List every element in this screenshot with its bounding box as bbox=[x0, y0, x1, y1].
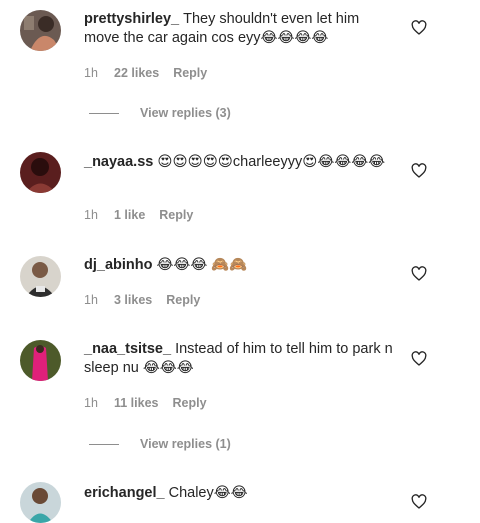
comment-text-block: _naa_tsitse_ Instead of him to tell him t… bbox=[84, 340, 394, 378]
heart-icon[interactable] bbox=[411, 266, 427, 282]
comment-time: 1h bbox=[84, 66, 98, 80]
reply-button[interactable]: Reply bbox=[166, 293, 200, 307]
comment-meta: 1h 1 like Reply bbox=[84, 208, 193, 222]
replies-divider bbox=[89, 443, 119, 445]
reply-button[interactable]: Reply bbox=[173, 66, 207, 80]
comment-likes[interactable]: 3 likes bbox=[114, 293, 152, 307]
comment-text: 😂😂😂 🙈🙈 bbox=[156, 257, 248, 273]
avatar[interactable] bbox=[20, 10, 61, 51]
comment-meta: 1h 3 likes Reply bbox=[84, 293, 200, 307]
comment-text: Chaley😂😂 bbox=[168, 485, 248, 501]
avatar[interactable] bbox=[20, 152, 61, 193]
heart-icon[interactable] bbox=[411, 163, 427, 179]
heart-icon[interactable] bbox=[411, 20, 427, 36]
avatar[interactable] bbox=[20, 482, 61, 523]
replies-divider bbox=[89, 112, 119, 114]
comment-likes[interactable]: 11 likes bbox=[114, 396, 159, 410]
avatar[interactable] bbox=[20, 340, 61, 381]
heart-icon[interactable] bbox=[411, 351, 427, 367]
comment-text: 😍😍😍😍😍charleeyyy😍😂😂😂😂 bbox=[157, 154, 386, 170]
reply-button[interactable]: Reply bbox=[173, 396, 207, 410]
comment-meta: 1h 22 likes Reply bbox=[84, 66, 207, 80]
comment-username[interactable]: _nayaa.ss bbox=[84, 154, 153, 170]
comment-username[interactable]: prettyshirley_ bbox=[84, 11, 179, 27]
view-replies-button[interactable]: View replies (1) bbox=[89, 437, 231, 451]
avatar[interactable] bbox=[20, 256, 61, 297]
comment-likes[interactable]: 22 likes bbox=[114, 66, 159, 80]
heart-icon[interactable] bbox=[411, 494, 427, 510]
comment-likes[interactable]: 1 like bbox=[114, 208, 145, 222]
view-replies-button[interactable]: View replies (3) bbox=[89, 106, 231, 120]
comment-username[interactable]: dj_abinho bbox=[84, 257, 152, 273]
comment-text-block: erichangel_ Chaley😂😂 bbox=[84, 484, 394, 503]
comment-time: 1h bbox=[84, 396, 98, 410]
comment-text-block: prettyshirley_ They shouldn't even let hi… bbox=[84, 10, 394, 48]
view-replies-label: View replies (3) bbox=[140, 106, 231, 120]
reply-button[interactable]: Reply bbox=[159, 208, 193, 222]
comment-username[interactable]: erichangel_ bbox=[84, 485, 165, 501]
comment-meta: 1h 11 likes Reply bbox=[84, 396, 207, 410]
view-replies-label: View replies (1) bbox=[140, 437, 231, 451]
comment-text-block: dj_abinho 😂😂😂 🙈🙈 bbox=[84, 256, 394, 275]
comment-username[interactable]: _naa_tsitse_ bbox=[84, 341, 171, 357]
comment-time: 1h bbox=[84, 208, 98, 222]
comment-text-block: _nayaa.ss 😍😍😍😍😍charleeyyy😍😂😂😂😂 bbox=[84, 153, 394, 172]
comment-time: 1h bbox=[84, 293, 98, 307]
